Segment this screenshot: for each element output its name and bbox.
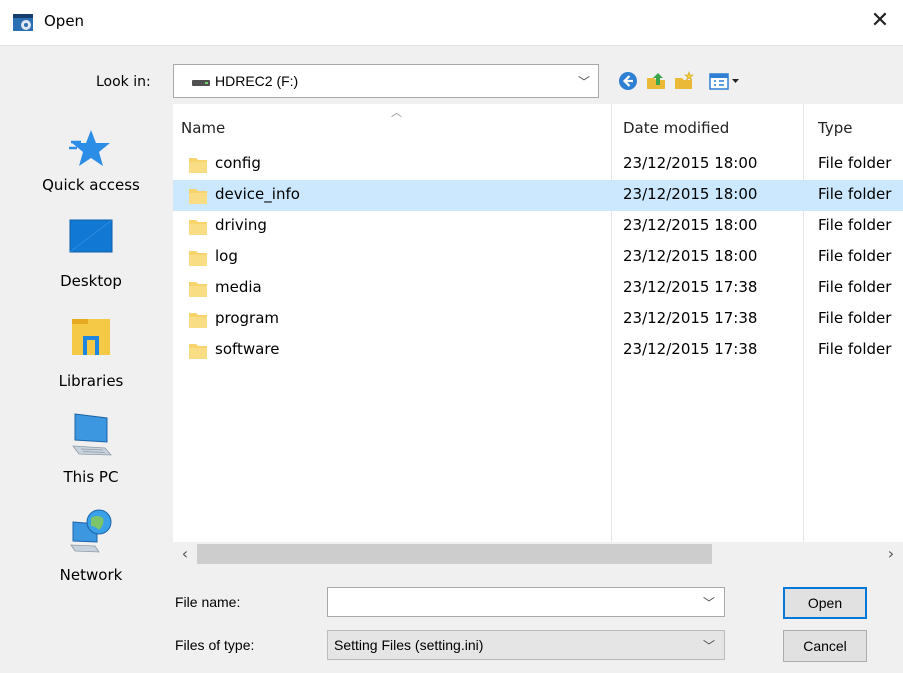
- star-icon: [69, 130, 110, 166]
- type-cell: File folder: [818, 340, 892, 358]
- drive-icon: [192, 80, 210, 86]
- new-folder-icon: [675, 71, 694, 89]
- place-libraries[interactable]: Libraries: [11, 314, 171, 412]
- table-row[interactable]: config 23/12/2015 18:00 File folder: [173, 149, 903, 180]
- horizontal-scrollbar[interactable]: ‹ ›: [173, 542, 903, 566]
- table-row[interactable]: log 23/12/2015 18:00 File folder: [173, 242, 903, 273]
- app-icon: [13, 14, 33, 31]
- type-cell: File folder: [818, 309, 892, 327]
- chevron-down-icon: ﹀: [702, 639, 715, 653]
- folder-icon: [189, 251, 207, 266]
- window-title: Open: [44, 12, 85, 30]
- date-modified-cell: 23/12/2015 17:38: [623, 340, 758, 358]
- column-header-date-modified[interactable]: Date modified: [623, 119, 729, 137]
- folder-icon: [189, 158, 207, 173]
- up-folder-icon: [647, 73, 665, 89]
- view-menu-icon: [709, 73, 739, 90]
- table-row[interactable]: media 23/12/2015 17:38 File folder: [173, 273, 903, 304]
- table-row[interactable]: driving 23/12/2015 18:00 File folder: [173, 211, 903, 242]
- place-desktop[interactable]: Desktop: [11, 214, 171, 312]
- close-icon[interactable]: ✕: [857, 0, 903, 46]
- cancel-button[interactable]: Cancel: [783, 630, 867, 662]
- chevron-down-icon: ﹀: [702, 596, 715, 610]
- column-header-name[interactable]: Name: [181, 119, 225, 137]
- file-name-combobox[interactable]: ﹀: [327, 587, 725, 617]
- up-folder-button[interactable]: [641, 64, 671, 98]
- folder-icon: [189, 344, 207, 359]
- table-row[interactable]: software 23/12/2015 17:38 File folder: [173, 335, 903, 366]
- scroll-right-icon[interactable]: ›: [879, 542, 903, 566]
- back-button[interactable]: [613, 64, 643, 98]
- place-label: Network: [59, 566, 123, 584]
- files-of-type-value: Setting Files (setting.ini): [334, 637, 484, 653]
- place-quick-access[interactable]: Quick access: [11, 104, 171, 202]
- folder-icon: [189, 220, 207, 235]
- file-name-cell: software: [215, 340, 280, 358]
- date-modified-cell: 23/12/2015 18:00: [623, 185, 758, 203]
- network-icon: [70, 509, 112, 553]
- type-cell: File folder: [818, 154, 892, 172]
- place-network[interactable]: Network: [11, 508, 171, 606]
- file-name-cell: log: [215, 247, 238, 265]
- date-modified-cell: 23/12/2015 18:00: [623, 216, 758, 234]
- file-name-cell: device_info: [215, 185, 300, 203]
- desktop-icon: [69, 219, 113, 253]
- file-name-label: File name:: [175, 594, 241, 610]
- type-cell: File folder: [818, 185, 892, 203]
- type-cell: File folder: [818, 278, 892, 296]
- look-in-combobox[interactable]: HDREC2 (F:) ﹀: [173, 64, 599, 98]
- files-of-type-combobox[interactable]: Setting Files (setting.ini) ﹀: [327, 630, 725, 660]
- folder-icon: [189, 313, 207, 328]
- file-name-cell: config: [215, 154, 261, 172]
- back-icon: [619, 72, 637, 90]
- date-modified-cell: 23/12/2015 17:38: [623, 309, 758, 327]
- place-label: Desktop: [60, 272, 122, 290]
- file-name-cell: program: [215, 309, 280, 327]
- date-modified-cell: 23/12/2015 18:00: [623, 154, 758, 172]
- table-row[interactable]: program 23/12/2015 17:38 File folder: [173, 304, 903, 335]
- column-header-type[interactable]: Type: [818, 119, 852, 137]
- table-row[interactable]: device_info 23/12/2015 18:00 File folder: [173, 180, 903, 211]
- title-bar: Open ✕: [0, 0, 903, 46]
- file-name-cell: media: [215, 278, 262, 296]
- place-this-pc[interactable]: This PC: [11, 410, 171, 508]
- file-list[interactable]: ︿ Name Date modified Type config 23/12/20…: [173, 104, 903, 566]
- look-in-value: HDREC2 (F:): [215, 73, 299, 89]
- place-label: Quick access: [42, 176, 140, 194]
- folder-icon: [189, 282, 207, 297]
- computer-icon: [72, 413, 112, 456]
- view-menu-button[interactable]: [700, 64, 750, 98]
- place-label: This PC: [63, 468, 119, 486]
- look-in-label: Look in:: [96, 74, 151, 90]
- date-modified-cell: 23/12/2015 18:00: [623, 247, 758, 265]
- open-button[interactable]: Open: [783, 587, 867, 619]
- scroll-left-icon[interactable]: ‹: [173, 542, 197, 566]
- chevron-down-icon: ﹀: [577, 75, 590, 89]
- sort-ascending-icon: ︿: [391, 106, 402, 119]
- file-name-cell: driving: [215, 216, 267, 234]
- type-cell: File folder: [818, 247, 892, 265]
- files-of-type-label: Files of type:: [175, 637, 255, 653]
- places-bar: Quick access Desktop Libraries This PC N…: [11, 104, 171, 624]
- place-label: Libraries: [58, 372, 124, 390]
- libraries-icon: [72, 319, 110, 355]
- new-folder-button[interactable]: [669, 64, 699, 98]
- date-modified-cell: 23/12/2015 17:38: [623, 278, 758, 296]
- type-cell: File folder: [818, 216, 892, 234]
- scrollbar-thumb[interactable]: [197, 544, 712, 564]
- folder-icon: [189, 189, 207, 204]
